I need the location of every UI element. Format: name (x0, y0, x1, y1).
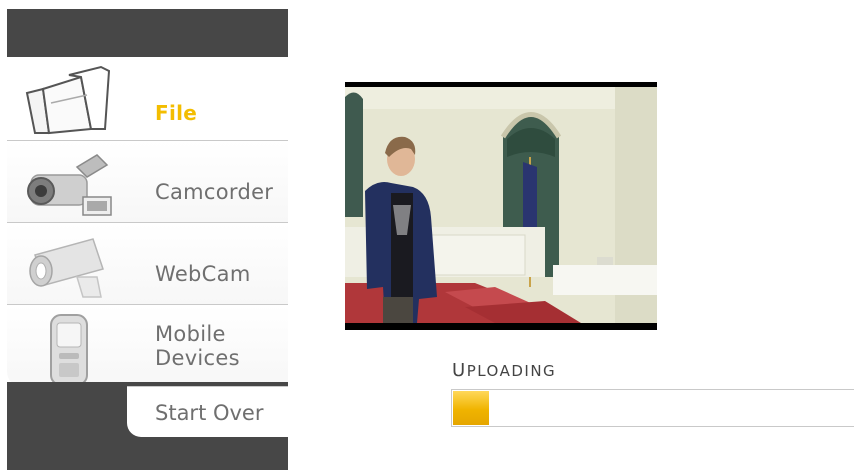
camcorder-icon (21, 147, 115, 219)
source-label-webcam: WebCam (155, 262, 251, 286)
source-item-webcam[interactable]: WebCam (7, 223, 288, 305)
source-label-file: File (155, 101, 198, 125)
start-over-button[interactable]: Start Over (127, 386, 288, 437)
webcam-icon (21, 229, 115, 301)
source-label-devices: Devices (155, 346, 240, 370)
source-label-camcorder: Camcorder (155, 180, 274, 204)
upload-status-label: UPLOADING (452, 360, 557, 381)
upload-progress-fill (453, 391, 489, 425)
mobile-phone-icon (21, 311, 115, 383)
source-item-file[interactable]: File (7, 57, 288, 141)
top-dark-panel (7, 9, 288, 57)
source-item-mobile-devices[interactable]: Mobile Devices (7, 305, 288, 386)
upload-progress-bar (451, 389, 854, 427)
video-thumbnail (345, 87, 657, 323)
folder-icon (21, 63, 115, 135)
start-over-label: Start Over (155, 401, 264, 425)
source-label-mobile: Mobile (155, 322, 226, 346)
source-item-camcorder[interactable]: Camcorder (7, 141, 288, 223)
video-preview (345, 82, 657, 330)
source-menu: File Camcorder WebCam Mobile Devices (7, 57, 288, 386)
